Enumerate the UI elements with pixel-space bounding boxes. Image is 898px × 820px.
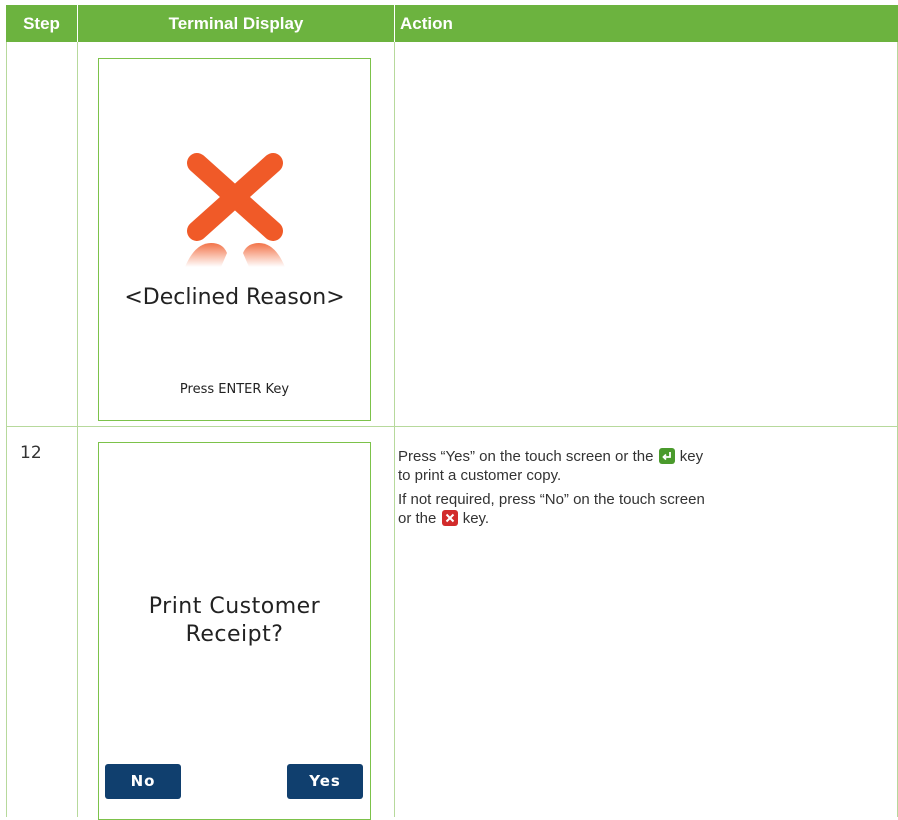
grid-line — [77, 42, 78, 817]
action-paragraph: If not required, press “No” on the touch… — [398, 490, 743, 528]
step-number: 12 — [20, 443, 42, 463]
action-instructions: Press “Yes” on the touch screen or the k… — [398, 447, 743, 533]
header-terminal-display: Terminal Display — [168, 14, 304, 33]
cancel-key-icon — [441, 510, 458, 526]
terminal-screen-print-receipt: Print Customer Receipt? No Yes — [98, 442, 371, 820]
action-line4-post: key. — [462, 510, 490, 527]
grid-line — [6, 42, 7, 817]
header-divider — [394, 5, 395, 42]
yes-button[interactable]: Yes — [287, 764, 363, 799]
action-line1-post: key — [679, 448, 704, 465]
header-step: Step — [23, 14, 60, 33]
terminal-screen-declined: <Declined Reason> Press ENTER Key — [98, 58, 371, 421]
press-enter-text: Press ENTER Key — [179, 382, 290, 397]
table-header: Step Terminal Display Action — [6, 5, 898, 42]
action-paragraph: Press “Yes” on the touch screen or the k… — [398, 447, 743, 485]
decline-x-icon — [181, 147, 289, 269]
row-divider — [6, 426, 898, 427]
instructions-table: Step Terminal Display Action <Declined R… — [6, 5, 898, 820]
header-action: Action — [400, 14, 453, 33]
action-line4-pre: or the — [398, 510, 437, 527]
print-receipt-prompt: Print Customer Receipt? — [148, 594, 321, 647]
action-line2: to print a customer copy. — [398, 467, 562, 484]
action-line1-pre: Press “Yes” on the touch screen or the — [398, 448, 654, 465]
grid-line — [394, 42, 395, 817]
declined-reason-text: <Declined Reason> — [124, 285, 345, 310]
enter-key-icon — [658, 448, 675, 464]
no-button[interactable]: No — [105, 764, 181, 799]
action-line3: If not required, press “No” on the touch… — [398, 491, 705, 508]
